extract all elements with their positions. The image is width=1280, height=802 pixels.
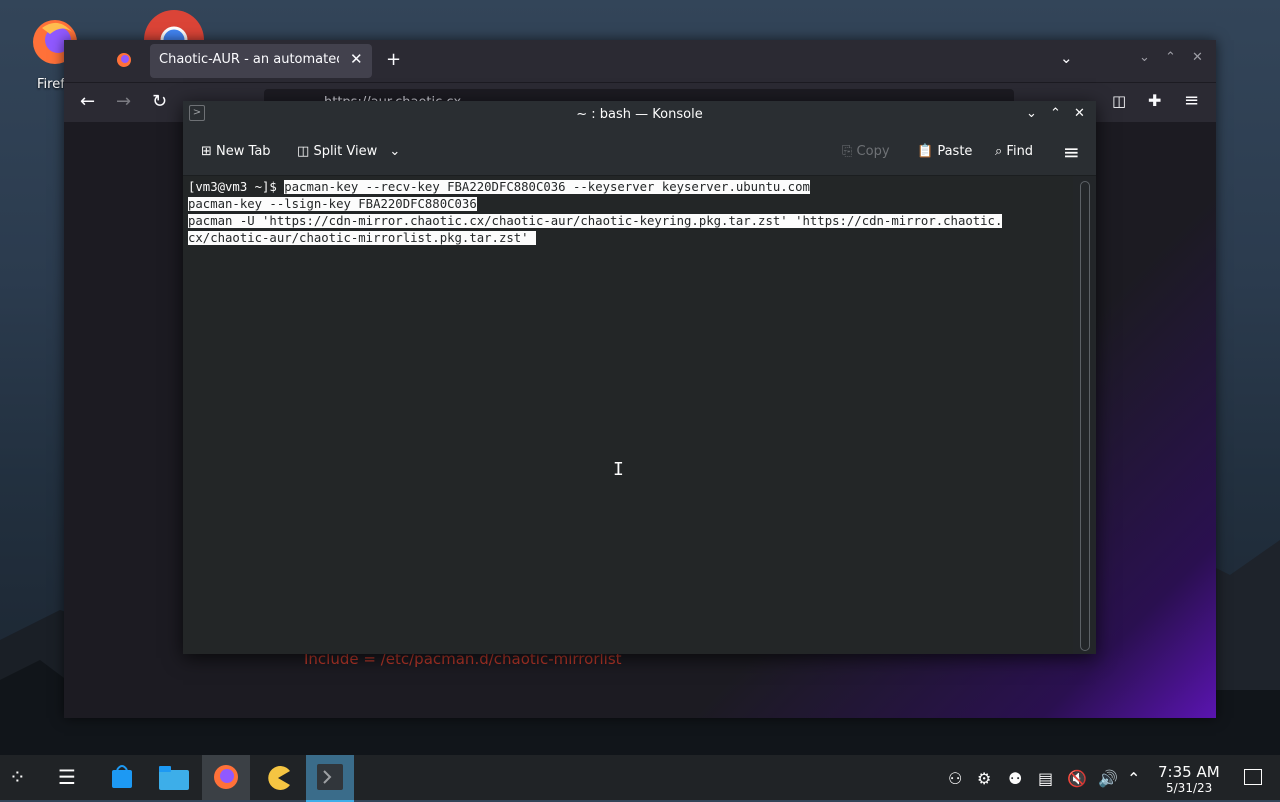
- terminal-line-4: cx/chaotic-aur/chaotic-mirrorlist.pkg.ta…: [188, 230, 536, 247]
- discover-store-icon[interactable]: [110, 764, 134, 794]
- dolphin-files-icon[interactable]: [159, 766, 189, 794]
- terminal-line-1: [vm3@vm3 ~]$ pacman-key --recv-key FBA22…: [188, 179, 810, 196]
- copy-icon: ⎘: [842, 144, 853, 159]
- firefox-menu-icon[interactable]: [116, 52, 132, 72]
- extensions-icon[interactable]: ✚: [1148, 91, 1161, 110]
- reload-icon[interactable]: ↻: [152, 91, 167, 112]
- konsole-maximize-icon[interactable]: ⌃: [1050, 106, 1061, 121]
- taskbar: ⁘ ☰ ⚇ ⚙ ⚉ ▤ 🔇 🔊 ⌃ 7:35 AM 5/31/23: [0, 755, 1280, 802]
- new-tab-button-icon: ⊞: [201, 144, 212, 159]
- taskbar-firefox[interactable]: [202, 755, 250, 800]
- konsole-toolbar: ⊞ New Tab ◫ Split View ⌄ ⎘ Copy 📋 Paste …: [183, 129, 1096, 176]
- taskbar-konsole[interactable]: [306, 755, 354, 802]
- selected-text: pacman-key --recv-key FBA220DFC880C036 -…: [284, 180, 810, 194]
- pacman-icon: [268, 766, 290, 790]
- konsole-titlebar: > ~ : bash — Konsole ⌄ ⌃ ✕: [183, 101, 1096, 129]
- new-tab-button[interactable]: ⊞ New Tab: [201, 144, 271, 159]
- new-tab-icon[interactable]: +: [386, 49, 401, 70]
- firefox-icon: [214, 765, 238, 789]
- copy-button[interactable]: ⎘ Copy: [842, 144, 890, 159]
- konsole-icon: [317, 764, 343, 790]
- minimize-icon[interactable]: ⌄: [1139, 50, 1150, 65]
- split-view-label: Split View: [313, 144, 378, 159]
- chevron-down-icon: ⌄: [389, 144, 401, 159]
- show-hidden-icons[interactable]: ⌃: [1127, 769, 1140, 788]
- taskbar-pacman[interactable]: [254, 755, 302, 800]
- network-icon[interactable]: ⚉: [1008, 769, 1022, 788]
- split-view-button[interactable]: ◫ Split View ⌄: [297, 144, 400, 159]
- clock-time[interactable]: 7:35 AM: [1158, 763, 1220, 781]
- show-desktop-icon[interactable]: [1244, 769, 1262, 785]
- clipboard-icon[interactable]: ▤: [1038, 769, 1053, 788]
- maximize-icon[interactable]: ⌃: [1165, 50, 1176, 65]
- konsole-title: ~ : bash — Konsole: [576, 107, 703, 122]
- paste-icon: 📋: [917, 144, 934, 159]
- hamburger-menu-icon[interactable]: ≡: [1063, 140, 1080, 164]
- back-icon[interactable]: ←: [80, 91, 95, 112]
- find-label: Find: [1006, 144, 1034, 159]
- volume-icon[interactable]: 🔊: [1098, 769, 1118, 788]
- close-tab-icon[interactable]: ✕: [350, 50, 363, 68]
- paste-button[interactable]: 📋 Paste: [917, 144, 972, 159]
- forward-icon[interactable]: →: [116, 91, 131, 112]
- terminal-area[interactable]: [vm3@vm3 ~]$ pacman-key --recv-key FBA22…: [183, 176, 1073, 654]
- terminal-line-2: pacman-key --lsign-key FBA220DFC880C036: [188, 196, 477, 213]
- close-window-icon[interactable]: ✕: [1192, 50, 1203, 65]
- copy-label: Copy: [856, 144, 890, 159]
- selected-text: pacman-key --lsign-key FBA220DFC880C036: [188, 197, 477, 211]
- terminal-scrollbar[interactable]: [1080, 181, 1090, 651]
- pocket-icon[interactable]: ◫: [1112, 92, 1126, 110]
- new-tab-label: New Tab: [216, 144, 271, 159]
- tab-chaotic-aur[interactable]: Chaotic-AUR - an automated b ✕: [150, 44, 372, 78]
- konsole-close-icon[interactable]: ✕: [1074, 106, 1085, 121]
- paste-label: Paste: [937, 144, 973, 159]
- firefox-desktop-label: Firef: [37, 77, 65, 92]
- selected-text: cx/chaotic-aur/chaotic-mirrorlist.pkg.ta…: [188, 231, 529, 245]
- konsole-window: > ~ : bash — Konsole ⌄ ⌃ ✕ ⊞ New Tab ◫ S…: [183, 101, 1096, 654]
- kde-connect-icon[interactable]: ⚙: [977, 769, 991, 788]
- konsole-minimize-icon[interactable]: ⌄: [1026, 106, 1037, 121]
- firefox-tab-bar: Chaotic-AUR - an automated b ✕ + ⌄ ⌄ ⌃ ✕: [64, 40, 1216, 82]
- split-view-icon: ◫: [297, 144, 310, 159]
- text-cursor-icon: I: [613, 459, 624, 480]
- clock-date[interactable]: 5/31/23: [1166, 781, 1212, 795]
- search-icon: ⌕: [995, 144, 1003, 159]
- cursor-block: [528, 231, 536, 245]
- selected-text: pacman -U 'https://cdn-mirror.chaotic.cx…: [188, 214, 1003, 228]
- list-tabs-icon[interactable]: ⌄: [1060, 49, 1073, 67]
- app-menu-icon[interactable]: ≡: [1184, 90, 1199, 111]
- tab-title: Chaotic-AUR - an automated b: [159, 52, 339, 67]
- find-button[interactable]: ⌕ Find: [995, 144, 1033, 159]
- mute-icon[interactable]: 🔇: [1067, 769, 1087, 788]
- system-settings-icon[interactable]: ☰: [58, 765, 76, 789]
- prompt: [vm3@vm3 ~]$: [188, 180, 285, 194]
- terminal-line-3: pacman -U 'https://cdn-mirror.chaotic.cx…: [188, 213, 1003, 230]
- app-launcher-icon[interactable]: ⁘: [9, 765, 26, 789]
- user-icon[interactable]: ⚇: [948, 769, 962, 788]
